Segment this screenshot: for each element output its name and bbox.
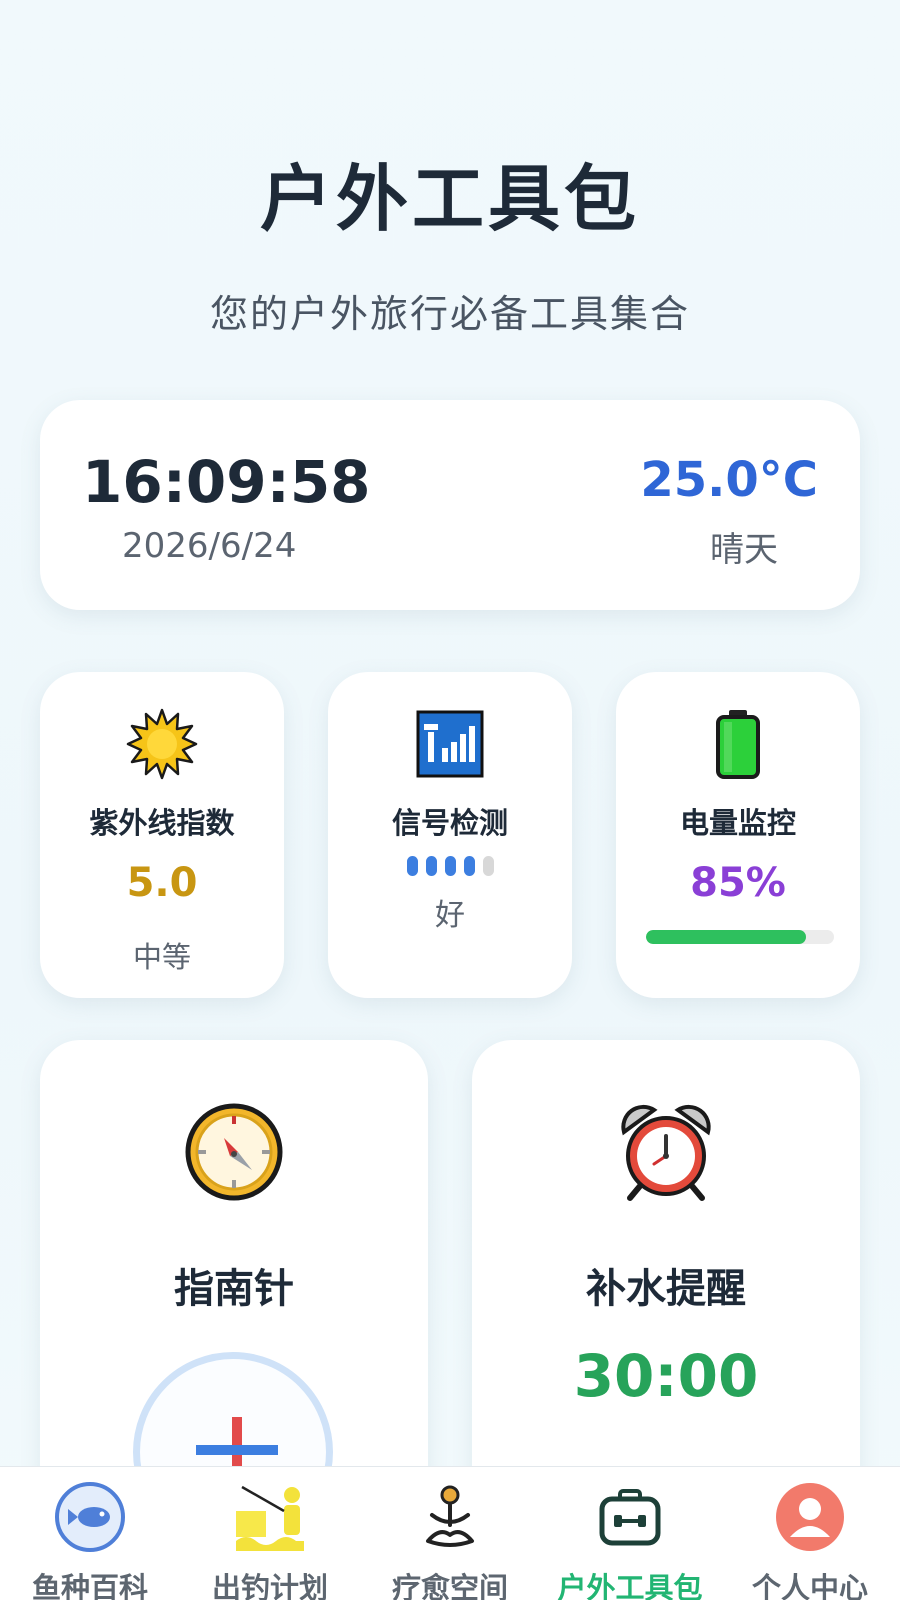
page-title: 户外工具包: [259, 157, 640, 241]
battery-progress-bar: [646, 930, 834, 944]
signal-antenna-icon: [328, 708, 572, 780]
signal-bar: [444, 856, 456, 876]
battery-card[interactable]: 电量监控 85%: [616, 672, 860, 998]
signal-card[interactable]: 信号检测 好: [328, 672, 572, 998]
nav-item-profile[interactable]: 个人中心: [720, 1467, 900, 1600]
hydration-title: 补水提醒: [586, 1266, 746, 1312]
compass-title: 指南针: [174, 1266, 294, 1312]
nav-label: 出钓计划: [211, 1571, 328, 1600]
battery-progress-fill: [646, 930, 806, 944]
uv-title: 紫外线指数: [89, 806, 235, 840]
nav-item-outdoor-toolkit[interactable]: 户外工具包: [540, 1467, 720, 1600]
compass-needle-horizontal: [196, 1445, 278, 1455]
signal-quality: 好: [435, 898, 465, 933]
battery-title: 电量监控: [679, 806, 796, 840]
current-time: 16:09:58: [82, 448, 371, 516]
signal-bar: [482, 856, 494, 876]
uv-level: 中等: [132, 940, 191, 974]
nav-label: 疗愈空间: [391, 1571, 508, 1600]
nav-item-healing-space[interactable]: 疗愈空间: [360, 1467, 540, 1600]
battery-value: 85%: [690, 860, 786, 906]
signal-title: 信号检测: [391, 806, 508, 840]
nav-item-fish-encyclopedia[interactable]: 鱼种百科: [0, 1467, 180, 1600]
toolbox-icon: [540, 1479, 720, 1555]
fishing-person-icon: [180, 1479, 360, 1555]
temperature: 25.0°C: [640, 452, 818, 508]
page-subtitle: 您的户外旅行必备工具集合: [209, 292, 690, 336]
time-weather-card: 16:09:58 2026/6/24 25.0°C 晴天: [40, 400, 860, 610]
uv-value: 5.0: [126, 860, 198, 906]
sun-icon: [40, 708, 284, 780]
uv-index-card[interactable]: 紫外线指数 5.0 中等: [40, 672, 284, 998]
current-date: 2026/6/24: [122, 526, 297, 566]
nav-item-fishing-plan[interactable]: 出钓计划: [180, 1467, 360, 1600]
nav-label: 个人中心: [751, 1571, 868, 1600]
nav-label: 鱼种百科: [31, 1571, 148, 1600]
user-icon: [720, 1479, 900, 1555]
meditation-icon: [360, 1479, 540, 1555]
bottom-navigation: 鱼种百科 出钓计划 疗愈空间 户外工具包 个人中心: [0, 1466, 900, 1600]
page-header: 户外工具包 您的户外旅行必备工具集合: [0, 140, 900, 338]
signal-bar: [425, 856, 437, 876]
weather-status: 晴天: [710, 530, 778, 570]
alarm-clock-icon: [472, 1102, 860, 1202]
signal-strength-bars: [328, 856, 572, 876]
compass-icon: [40, 1102, 428, 1202]
nav-label: 户外工具包: [557, 1571, 703, 1600]
battery-icon: [616, 708, 860, 780]
hydration-timer: 30:00: [573, 1342, 759, 1410]
signal-bar: [406, 856, 418, 876]
signal-bar: [463, 856, 475, 876]
fish-icon: [0, 1479, 180, 1555]
